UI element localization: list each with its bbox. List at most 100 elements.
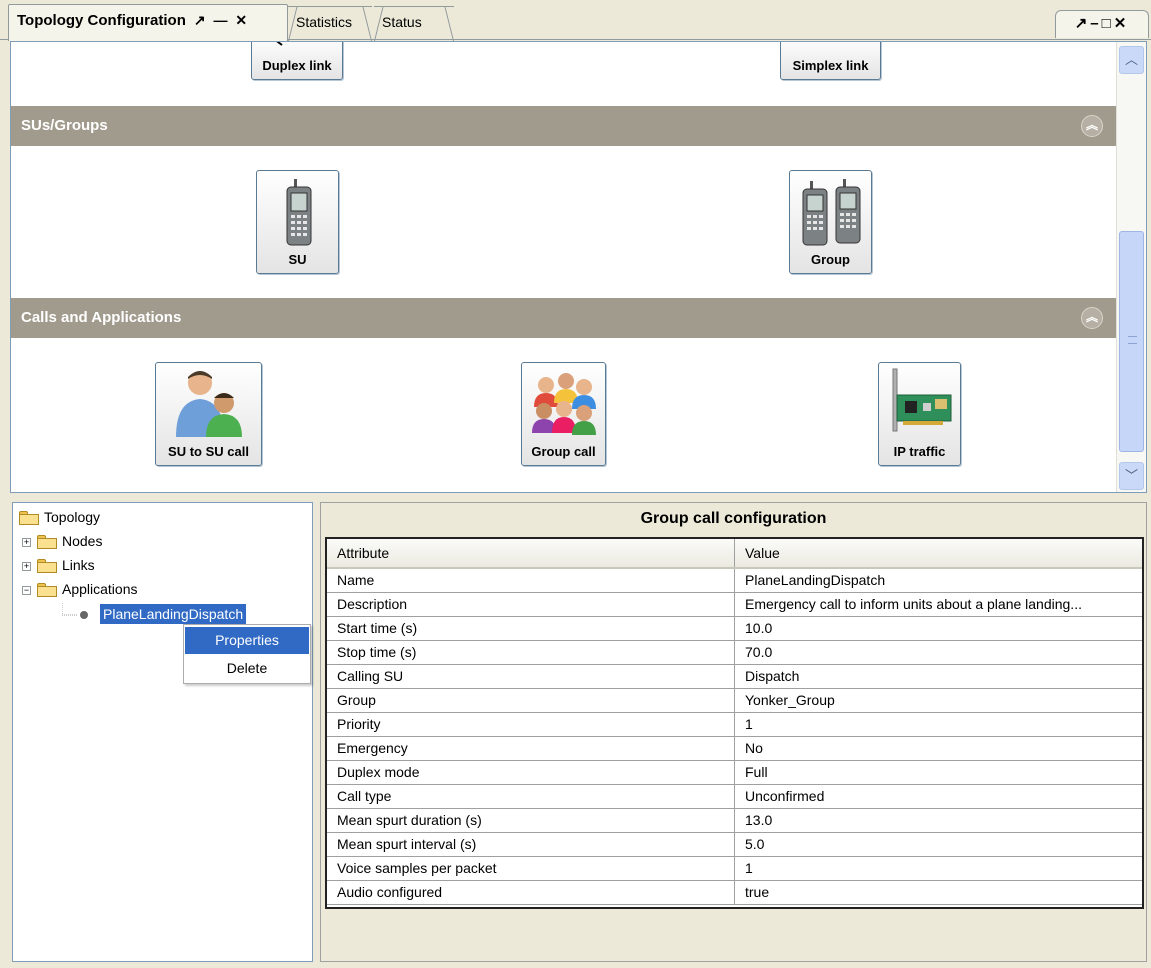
tree-item-label: PlaneLandingDispatch bbox=[100, 604, 247, 624]
table-row[interactable]: Start time (s) 10.0 bbox=[327, 617, 1142, 641]
menu-item-delete[interactable]: Delete bbox=[185, 655, 309, 682]
ip-traffic-tool[interactable]: IP traffic bbox=[878, 362, 961, 466]
value-cell[interactable]: 5.0 bbox=[735, 833, 1142, 856]
group-label: Group bbox=[811, 252, 850, 267]
attribute-cell: Audio configured bbox=[327, 881, 735, 904]
tree-item-label: Applications bbox=[62, 581, 138, 597]
value-cell[interactable]: 70.0 bbox=[735, 641, 1142, 664]
calls-applications-section: SU to SU call Group call IP traffic bbox=[11, 338, 1117, 492]
tree-item-label: Nodes bbox=[62, 533, 103, 549]
su-to-su-call-tool[interactable]: SU to SU call bbox=[155, 362, 262, 466]
attribute-cell: Calling SU bbox=[327, 665, 735, 688]
tree-item-label: Topology bbox=[44, 509, 101, 525]
attribute-cell: Emergency bbox=[327, 737, 735, 760]
tab-statistics[interactable]: Statistics bbox=[288, 6, 372, 40]
scrollbar-thumb[interactable] bbox=[1119, 231, 1144, 452]
tab-topology-configuration[interactable]: Topology Configuration ↗ — ✕ bbox=[8, 4, 288, 41]
value-cell[interactable]: 10.0 bbox=[735, 617, 1142, 640]
topology-tree: Topology + Nodes + Links − Applications … bbox=[12, 502, 313, 962]
value-cell[interactable]: 1 bbox=[735, 857, 1142, 880]
value-cell[interactable]: true bbox=[735, 881, 1142, 904]
table-row[interactable]: Duplex mode Full bbox=[327, 761, 1142, 785]
value-cell[interactable]: PlaneLandingDispatch bbox=[735, 569, 1142, 592]
table-row[interactable]: Description Emergency call to inform unit… bbox=[327, 593, 1142, 617]
tab-controls[interactable]: ↗ — ✕ bbox=[194, 12, 249, 28]
table-row[interactable]: Audio configured true bbox=[327, 881, 1142, 905]
value-cell[interactable]: Unconfirmed bbox=[735, 785, 1142, 808]
table-row[interactable]: Mean spurt duration (s) 13.0 bbox=[327, 809, 1142, 833]
value-cell[interactable]: 1 bbox=[735, 713, 1142, 736]
value-cell[interactable]: No bbox=[735, 737, 1142, 760]
sus-groups-section: SU Group bbox=[11, 146, 1117, 298]
vertical-scrollbar[interactable]: ︿ ﹀ bbox=[1116, 42, 1146, 492]
expand-plus-icon[interactable]: + bbox=[22, 538, 31, 547]
window-controls[interactable]: ↗–□✕ bbox=[1055, 10, 1149, 38]
folder-icon bbox=[19, 511, 39, 525]
attribute-cell: Name bbox=[327, 569, 735, 592]
value-cell[interactable]: Full bbox=[735, 761, 1142, 784]
collapse-minus-icon[interactable]: − bbox=[22, 586, 31, 595]
column-header-attribute[interactable]: Attribute bbox=[327, 539, 735, 567]
simplex-link-label: Simplex link bbox=[792, 58, 869, 73]
tab-topology-configuration-label: Topology Configuration bbox=[17, 12, 186, 29]
two-people-icon bbox=[176, 371, 242, 437]
tree-item-nodes[interactable]: + Nodes bbox=[17, 531, 217, 553]
attribute-cell: Call type bbox=[327, 785, 735, 808]
attribute-cell: Voice samples per packet bbox=[327, 857, 735, 880]
table-row[interactable]: Mean spurt interval (s) 5.0 bbox=[327, 833, 1142, 857]
value-cell[interactable]: Yonker_Group bbox=[735, 689, 1142, 712]
attribute-cell: Mean spurt duration (s) bbox=[327, 809, 735, 832]
attribute-cell: Description bbox=[327, 593, 735, 616]
tab-bar: Topology Configuration ↗ — ✕ Statistics S… bbox=[0, 0, 1151, 41]
tab-status-label: Status bbox=[382, 14, 422, 30]
su-tool[interactable]: SU bbox=[256, 170, 339, 274]
table-row[interactable]: Name PlaneLandingDispatch bbox=[327, 569, 1142, 593]
mobile-phone-icon bbox=[286, 179, 312, 246]
links-section: Duplex link Simplex link bbox=[11, 42, 1117, 106]
calls-applications-title: Calls and Applications bbox=[21, 309, 182, 326]
sus-groups-header[interactable]: SUs/Groups ︽ bbox=[11, 106, 1117, 146]
group-call-tool[interactable]: Group call bbox=[521, 362, 606, 466]
simplex-link-tool[interactable]: Simplex link bbox=[780, 42, 881, 80]
duplex-link-tool[interactable]: Duplex link bbox=[251, 42, 343, 80]
attribute-cell: Group bbox=[327, 689, 735, 712]
group-phones-icon bbox=[802, 179, 861, 246]
chevron-up-icon[interactable]: ︿ bbox=[1119, 46, 1144, 74]
menu-item-properties[interactable]: Properties bbox=[185, 627, 309, 654]
folder-icon bbox=[37, 559, 57, 573]
table-row[interactable]: Call type Unconfirmed bbox=[327, 785, 1142, 809]
tree-connector-icon bbox=[62, 603, 88, 619]
chevron-down-icon[interactable]: ﹀ bbox=[1119, 462, 1144, 490]
attribute-cell: Priority bbox=[327, 713, 735, 736]
network-card-icon bbox=[892, 368, 952, 432]
tree-item-planelandingdispatch[interactable]: PlaneLandingDispatch bbox=[17, 603, 307, 625]
tab-status[interactable]: Status bbox=[374, 6, 454, 40]
tab-statistics-label: Statistics bbox=[296, 14, 353, 30]
double-chevron-up-icon[interactable]: ︽ bbox=[1081, 115, 1103, 137]
link-arrow-icon bbox=[276, 42, 283, 46]
table-row[interactable]: Stop time (s) 70.0 bbox=[327, 641, 1142, 665]
table-row[interactable]: Emergency No bbox=[327, 737, 1142, 761]
expand-plus-icon[interactable]: + bbox=[22, 562, 31, 571]
value-cell[interactable]: 13.0 bbox=[735, 809, 1142, 832]
properties-table: Attribute Value Name PlaneLandingDispatch… bbox=[325, 537, 1144, 909]
table-row[interactable]: Group Yonker_Group bbox=[327, 689, 1142, 713]
table-row[interactable]: Priority 1 bbox=[327, 713, 1142, 737]
tree-item-applications[interactable]: − Applications bbox=[17, 579, 217, 601]
double-chevron-up-icon[interactable]: ︽ bbox=[1081, 307, 1103, 329]
config-title: Group call configuration bbox=[640, 510, 827, 527]
group-tool[interactable]: Group bbox=[789, 170, 872, 274]
sus-groups-title: SUs/Groups bbox=[21, 117, 108, 134]
palette-content: Duplex link Simplex link SUs/Groups ︽ SU… bbox=[11, 42, 1117, 492]
value-cell[interactable]: Emergency call to inform units about a p… bbox=[735, 593, 1142, 616]
ip-traffic-label: IP traffic bbox=[893, 444, 946, 459]
folder-icon bbox=[37, 535, 57, 549]
table-row[interactable]: Calling SU Dispatch bbox=[327, 665, 1142, 689]
table-row[interactable]: Voice samples per packet 1 bbox=[327, 857, 1142, 881]
calls-applications-header[interactable]: Calls and Applications ︽ bbox=[11, 298, 1117, 338]
tree-item-links[interactable]: + Links bbox=[17, 555, 217, 577]
column-header-value[interactable]: Value bbox=[735, 539, 1142, 567]
su-label: SU bbox=[288, 252, 307, 267]
duplex-link-label: Duplex link bbox=[262, 58, 332, 73]
value-cell[interactable]: Dispatch bbox=[735, 665, 1142, 688]
